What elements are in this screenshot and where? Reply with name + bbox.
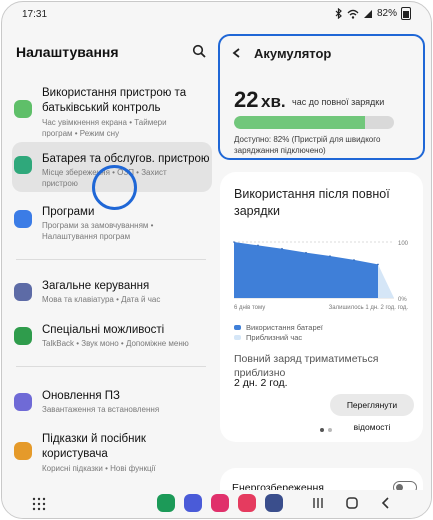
battery-header: Акумулятор <box>254 46 332 61</box>
signal-icon <box>363 9 372 18</box>
usage-card: Використання після повної зарядки 100 0% 6… <box>220 172 423 442</box>
page-dot <box>320 428 324 432</box>
page-title: Налаштування <box>16 44 119 60</box>
settings-list-panel: Налаштування Використання пристрою та ба… <box>2 26 216 496</box>
bottom-dock <box>2 490 431 518</box>
estimate-area <box>378 264 394 298</box>
search-icon[interactable] <box>192 44 206 58</box>
settings-item-software-update[interactable]: Оновлення ПЗ Завантаження та встановленн… <box>12 386 212 418</box>
time-to-full-value: 22 <box>234 87 259 112</box>
settings-item-device-usage[interactable]: Використання пристрою та батьківський ко… <box>12 84 212 138</box>
apps-grid-icon <box>14 210 32 228</box>
usage-point <box>353 259 355 261</box>
accessibility-icon <box>14 327 32 345</box>
settings-item-tips[interactable]: Підказки й посібник користувача Корисні … <box>12 430 212 476</box>
settings-item-title: Загальне керування <box>42 280 150 292</box>
usage-point <box>257 244 259 247</box>
usage-point <box>233 241 235 243</box>
page-dot <box>328 428 332 432</box>
usage-point <box>281 247 283 250</box>
full-charge-duration: 2 дн. 2 год. <box>234 377 288 389</box>
battery-card[interactable]: Акумулятор 22 хв. час до повної зарядки … <box>218 34 425 160</box>
highlight-circle <box>92 165 137 210</box>
usage-point <box>377 263 379 266</box>
apps-grid-icon[interactable] <box>32 497 46 511</box>
full-charge-text: Повний заряд триматиметься приблизно <box>234 353 379 379</box>
usage-area <box>234 242 378 298</box>
settings-item-subtitle: TalkBack • Звук моно • Допоміжне меню <box>42 339 189 348</box>
usage-point <box>329 255 331 257</box>
device-care-icon <box>14 100 32 118</box>
legend-estimate-swatch <box>234 335 241 340</box>
messages-app-icon[interactable] <box>184 494 202 512</box>
battery-level-bar <box>234 116 394 129</box>
y-tick-top: 100 <box>398 241 409 247</box>
settings-item-title: Спеціальні можливості <box>42 324 165 336</box>
back-arrow-icon[interactable] <box>232 48 242 58</box>
bluetooth-icon <box>335 8 342 19</box>
settings-item-subtitle: Мова та клавіатура • Дата й час <box>42 295 161 304</box>
settings-item-subtitle: Завантаження та встановлення <box>42 405 160 414</box>
bixby-app-icon[interactable] <box>211 494 229 512</box>
settings-item-accessibility[interactable]: Спеціальні можливості TalkBack • Звук мо… <box>12 320 212 352</box>
settings-item-title: Підказки й посібник користувача <box>42 433 146 460</box>
battery-level-fill <box>234 116 366 129</box>
page-indicator <box>320 428 332 432</box>
camera-app-icon[interactable] <box>238 494 256 512</box>
tips-icon <box>14 442 32 460</box>
legend-used: Використання батареї <box>234 323 323 332</box>
back-icon[interactable] <box>378 495 394 511</box>
battery-care-icon <box>14 156 32 174</box>
settings-item-subtitle: Час увімкнення екрана • Таймери програм … <box>42 118 167 138</box>
legend-estimate: Приблизний час <box>234 333 302 342</box>
usage-chart: 100 0% 6 днів тому Залишилось 1 дн. 2 год. … <box>233 241 409 311</box>
home-icon[interactable] <box>344 495 360 511</box>
x-tick-left: 6 днів тому <box>234 305 265 311</box>
battery-percent: 82% <box>376 8 397 19</box>
phone-app-icon[interactable] <box>157 494 175 512</box>
legend-used-swatch <box>234 325 241 330</box>
settings-item-subtitle: Програми за замовчуванням • Налаштування… <box>42 221 154 241</box>
y-tick-bottom: 0% <box>398 297 407 303</box>
sliders-icon <box>14 283 32 301</box>
legend-used-label: Використання батареї <box>246 323 323 332</box>
battery-available-text: Доступно: 82% (Пристрій для швидкого зар… <box>234 135 381 155</box>
update-icon <box>14 393 32 411</box>
settings-item-title: Програми <box>42 206 95 218</box>
settings-item-general[interactable]: Загальне керування Мова та клавіатура • … <box>12 276 212 308</box>
legend-estimate-label: Приблизний час <box>246 333 303 342</box>
settings-item-title: Використання пристрою та батьківський ко… <box>42 87 187 114</box>
settings-item-subtitle: Корисні підказки • Нові функції <box>42 464 156 473</box>
settings-app-icon[interactable] <box>265 494 283 512</box>
settings-item-title: Оновлення ПЗ <box>42 390 120 402</box>
battery-status-icon <box>401 7 411 20</box>
device-frame: 17:31 82% Налаштування Використання прис… <box>1 1 432 519</box>
wifi-icon <box>347 9 359 19</box>
view-details-button[interactable]: Переглянути відомості <box>330 394 414 432</box>
status-bar: 17:31 82% <box>2 2 431 26</box>
time-to-full-unit: хв. <box>261 92 286 111</box>
x-tick-right: Залишилось 1 дн. 2 год. год. <box>329 305 409 311</box>
divider <box>16 259 206 260</box>
time-to-full-desc: час до повної зарядки <box>292 97 385 107</box>
status-icons: 82% <box>335 7 411 20</box>
recent-apps-icon[interactable] <box>310 495 326 511</box>
usage-point <box>305 251 307 254</box>
divider <box>16 366 206 367</box>
status-time: 17:31 <box>22 9 48 20</box>
settings-item-title: Батарея та обслугов. пристрою <box>42 153 210 165</box>
